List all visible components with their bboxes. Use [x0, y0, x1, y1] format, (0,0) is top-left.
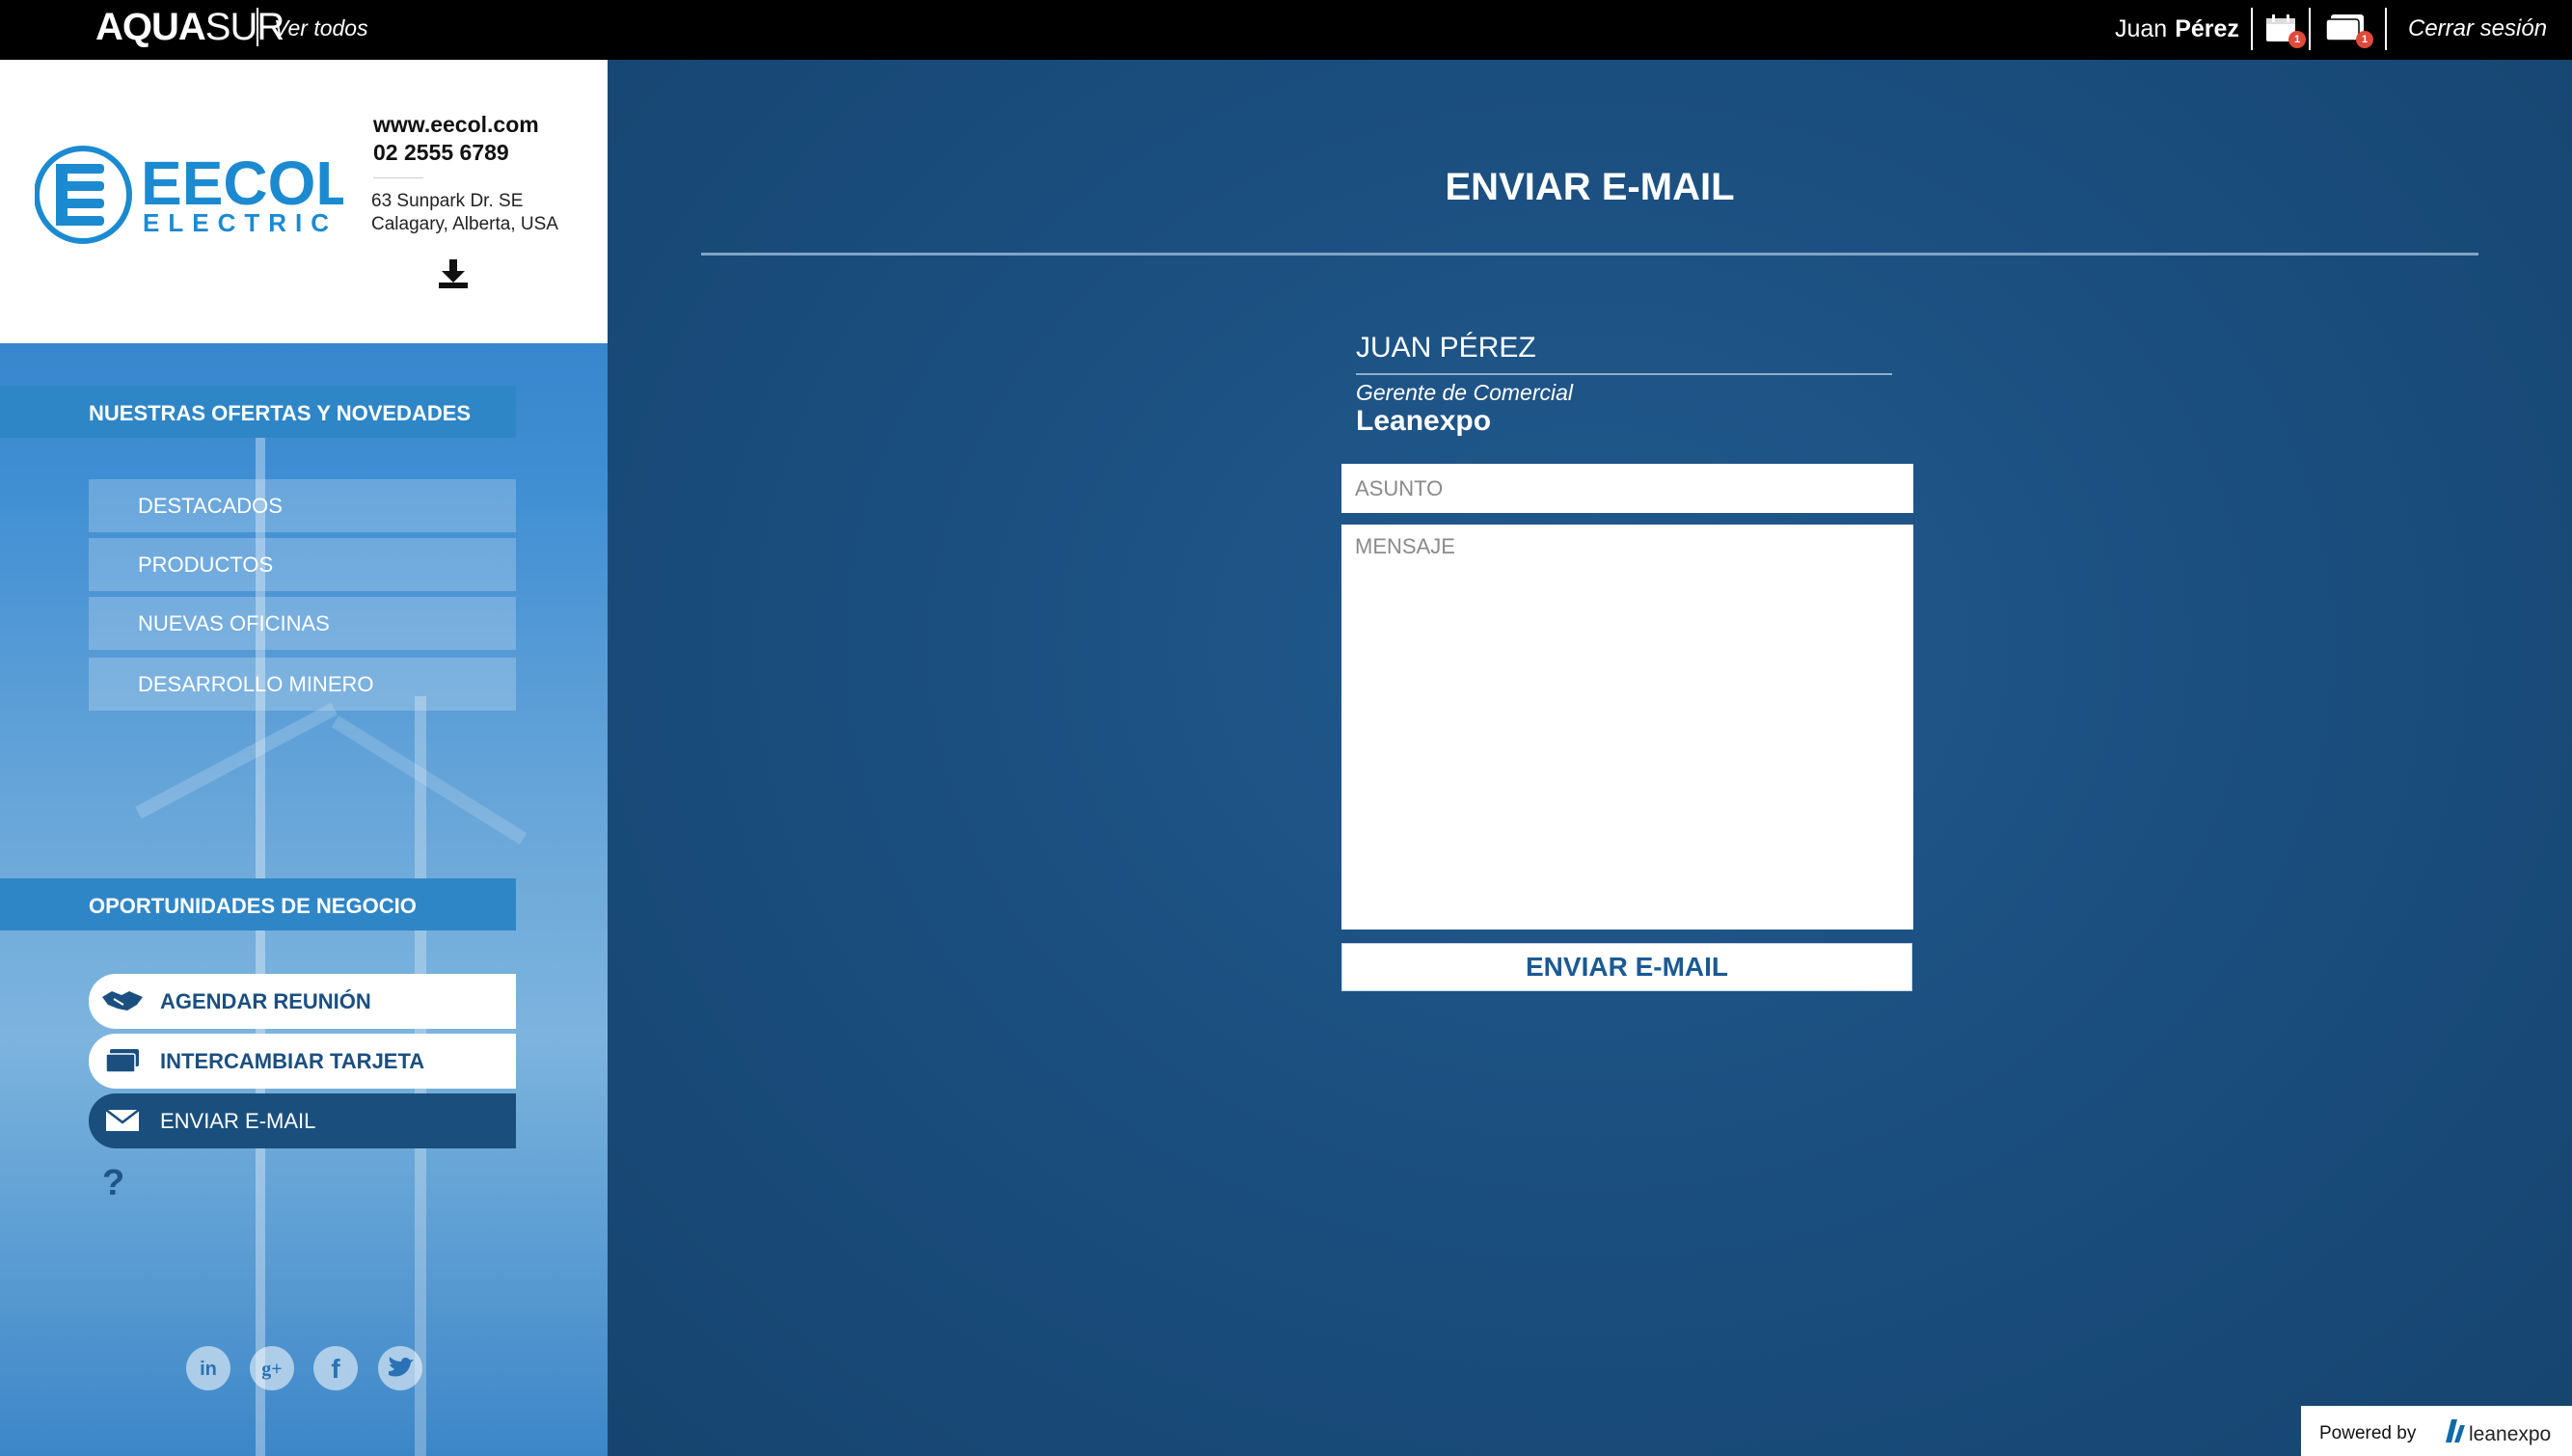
- facebook-glyph: f: [331, 1354, 340, 1384]
- card-divider: [373, 177, 423, 178]
- turbine-background: [135, 702, 338, 820]
- schedule-meeting-button[interactable]: AGENDAR REUNIÓN: [89, 974, 516, 1029]
- business-card-icon: [100, 1047, 145, 1074]
- topbar-divider: [2309, 8, 2311, 50]
- linkedin-icon[interactable]: in: [186, 1346, 230, 1390]
- help-icon[interactable]: ?: [102, 1163, 124, 1204]
- exchange-card-label: INTERCAMBIAR TARJETA: [160, 1049, 425, 1073]
- page-title: ENVIAR E-MAIL: [1445, 166, 1735, 208]
- top-bar: AQUASUR Ver todos Juan Pérez 1 1 Cerrar s…: [0, 0, 2572, 60]
- company-address-line2: Calagary, Alberta, USA: [371, 214, 558, 234]
- exchange-card-button[interactable]: INTERCAMBIAR TARJETA: [89, 1034, 516, 1089]
- user-first-name: Juan: [2115, 15, 2168, 42]
- schedule-meeting-label: AGENDAR REUNIÓN: [160, 989, 371, 1013]
- topbar-divider: [2385, 8, 2387, 50]
- powered-by-badge[interactable]: Powered by leanexpo: [2301, 1406, 2572, 1456]
- company-website[interactable]: www.eecol.com: [373, 112, 539, 138]
- recipient-divider: [1356, 373, 1892, 375]
- envelope-icon: [100, 1107, 145, 1134]
- facebook-icon[interactable]: f: [313, 1346, 358, 1390]
- menu-item-nuevas-oficinas[interactable]: NUEVAS OFICINAS: [89, 597, 516, 650]
- send-email-nav-button[interactable]: ENVIAR E-MAIL: [89, 1093, 516, 1148]
- brand-divider: [257, 8, 258, 46]
- handshake-icon: [100, 987, 145, 1014]
- offers-heading: NUESTRAS OFERTAS Y NOVEDADES: [0, 386, 516, 438]
- topbar-divider: [2251, 8, 2253, 50]
- logout-link[interactable]: Cerrar sesión: [2408, 15, 2547, 42]
- eecol-logo: EECOL ELECTRIC: [34, 145, 353, 256]
- ver-todos-link[interactable]: Ver todos: [274, 15, 368, 41]
- turbine-background: [331, 715, 528, 845]
- download-icon[interactable]: [437, 257, 470, 290]
- recipient-company: Leanexpo: [1356, 405, 1492, 437]
- recipient-role: Gerente de Comercial: [1356, 380, 1573, 405]
- business-heading: OPORTUNIDADES DE NEGOCIO: [0, 878, 516, 930]
- send-email-nav-label: ENVIAR E-MAIL: [160, 1109, 316, 1133]
- aquasur-logo[interactable]: AQUASUR: [95, 6, 284, 49]
- message-textarea[interactable]: [1341, 525, 1913, 930]
- brand-light: SUR: [204, 6, 284, 48]
- google-plus-glyph: g+: [261, 1359, 282, 1380]
- business-cards-icon[interactable]: 1: [2325, 13, 2373, 48]
- menu-item-desarrollo-minero[interactable]: DESARROLLO MINERO: [89, 658, 516, 711]
- main-panel: ENVIAR E-MAIL JUAN PÉREZ Gerente de Come…: [608, 60, 2572, 1456]
- powered-by-label: Powered by: [2319, 1423, 2417, 1443]
- twitter-icon[interactable]: [378, 1346, 422, 1390]
- user-name: Juan Pérez: [2115, 15, 2239, 43]
- leanexpo-logo: leanexpo: [2442, 1416, 2562, 1453]
- recipient-name: JUAN PÉREZ: [1356, 332, 1536, 364]
- menu-item-destacados[interactable]: DESTACADOS: [89, 479, 516, 532]
- company-card: EECOL ELECTRIC www.eecol.com 02 2555 678…: [0, 60, 608, 343]
- calendar-badge: 1: [2288, 31, 2306, 48]
- user-last-name: Pérez: [2175, 15, 2239, 42]
- cards-badge: 1: [2356, 31, 2373, 48]
- calendar-icon[interactable]: 1: [2265, 13, 2306, 48]
- leanexpo-logo-text: leanexpo: [2469, 1423, 2551, 1445]
- company-address-line1: 63 Sunpark Dr. SE: [371, 191, 524, 211]
- company-phone: 02 2555 6789: [373, 140, 509, 165]
- logo-subtext: ELECTRIC: [143, 208, 338, 237]
- linkedin-glyph: in: [200, 1359, 217, 1380]
- google-plus-icon[interactable]: g+: [250, 1346, 294, 1390]
- title-divider: [701, 253, 2478, 256]
- send-email-button[interactable]: ENVIAR E-MAIL: [1341, 943, 1912, 991]
- brand-bold: AQUA: [95, 6, 206, 48]
- menu-item-productos[interactable]: PRODUCTOS: [89, 538, 516, 591]
- subject-input[interactable]: [1341, 464, 1913, 513]
- sidebar: EECOL ELECTRIC www.eecol.com 02 2555 678…: [0, 60, 608, 1456]
